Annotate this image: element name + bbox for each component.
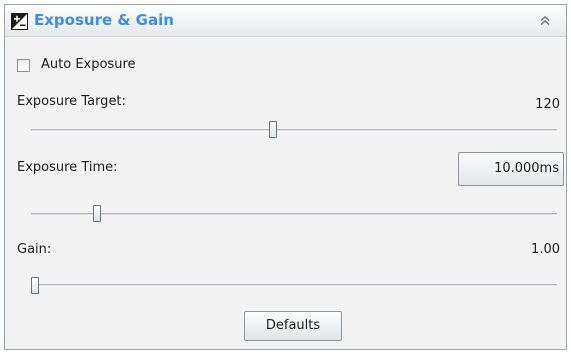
exposure-time-slider-handle[interactable] — [93, 205, 102, 222]
exposure-target-slider-track[interactable] — [31, 129, 557, 132]
auto-exposure-checkbox[interactable] — [17, 59, 30, 72]
auto-exposure-label: Auto Exposure — [41, 57, 136, 72]
exposure-target-slider-handle[interactable] — [269, 121, 278, 138]
exposure-gain-panel: Exposure & Gain Auto Exposure Exposure T… — [4, 4, 567, 350]
defaults-button[interactable]: Defaults — [244, 311, 342, 341]
exposure-icon — [11, 13, 28, 30]
exposure-time-slider-track[interactable] — [31, 213, 557, 216]
exposure-time-input[interactable]: 10.000ms — [458, 152, 564, 186]
exposure-target-label: Exposure Target: — [17, 94, 126, 109]
gain-slider-handle[interactable] — [31, 277, 39, 294]
double-chevron-up-icon[interactable] — [538, 14, 552, 28]
gain-slider-track[interactable] — [31, 284, 557, 287]
gain-label: Gain: — [17, 242, 52, 257]
exposure-target-value: 120 — [535, 97, 560, 112]
exposure-time-label: Exposure Time: — [17, 160, 118, 175]
panel-header[interactable]: Exposure & Gain — [5, 5, 566, 37]
panel-title: Exposure & Gain — [34, 11, 174, 29]
gain-value: 1.00 — [531, 242, 560, 257]
